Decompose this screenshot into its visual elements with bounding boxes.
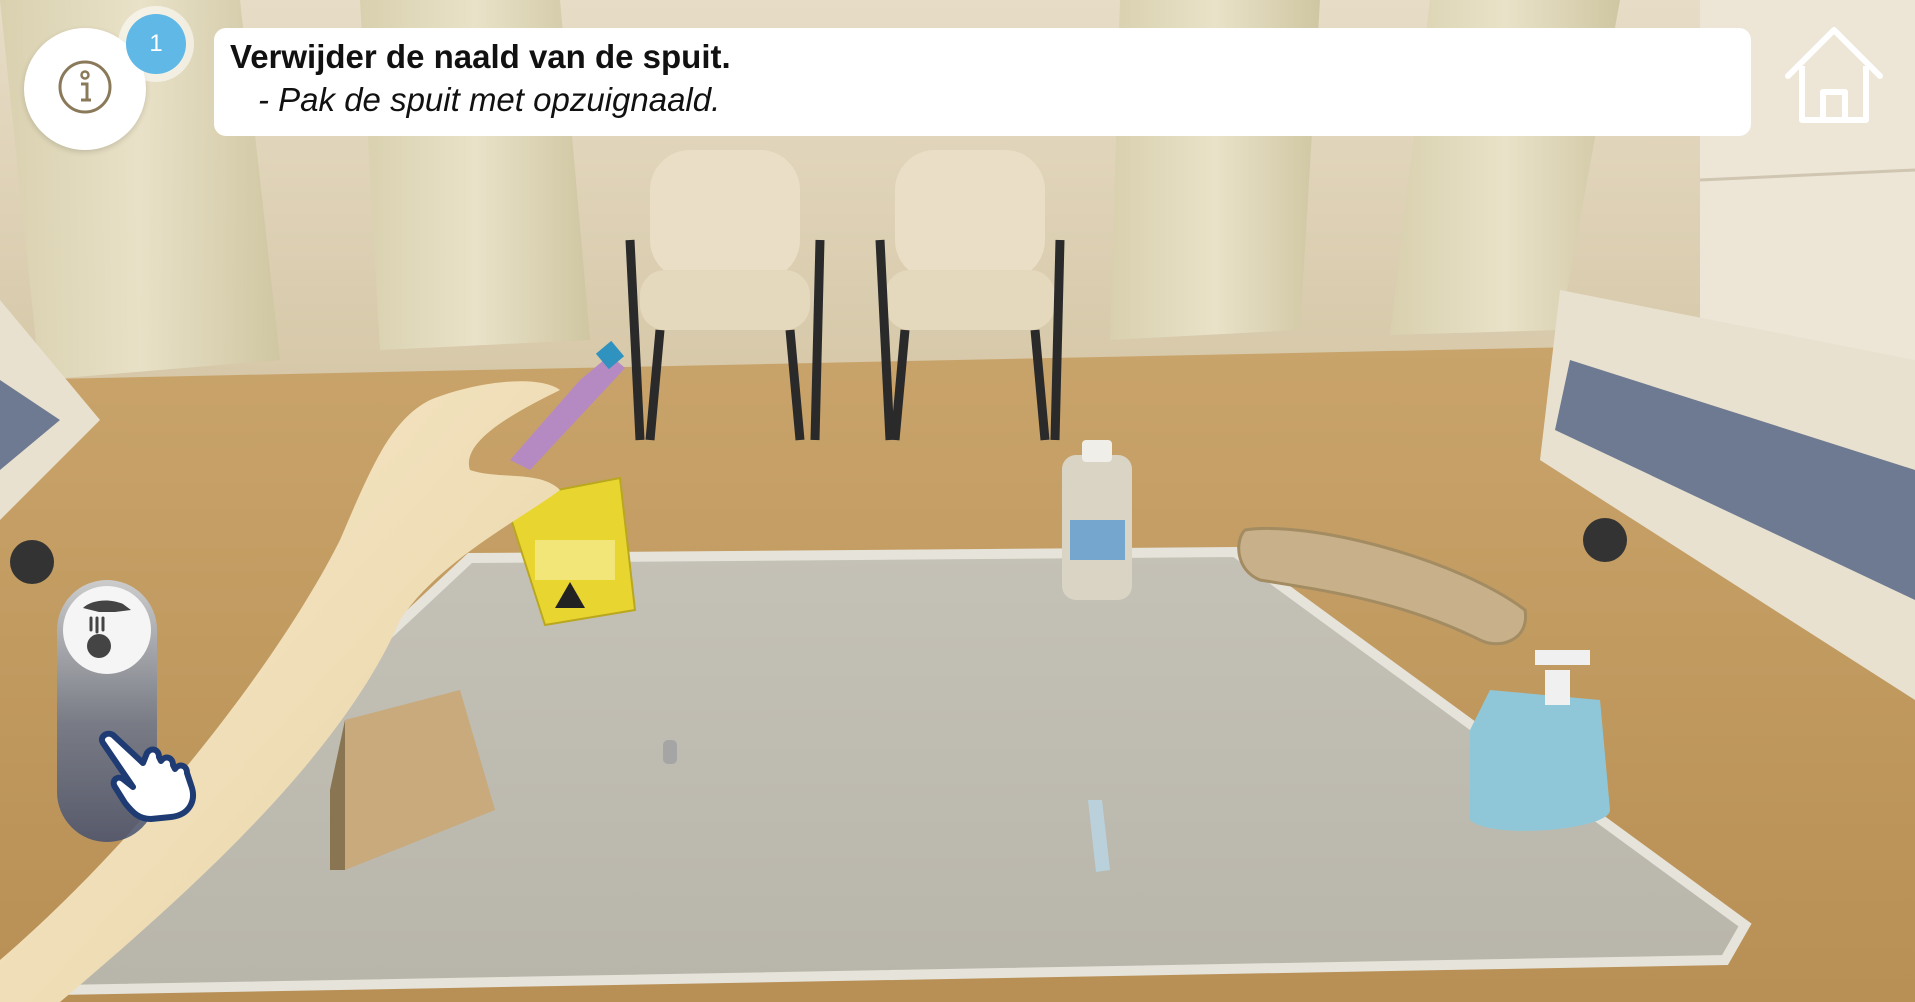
home-button[interactable] — [1778, 22, 1890, 126]
pointer-hand-icon — [95, 730, 207, 827]
instruction-title: Verwijder de naald van de spuit. — [230, 38, 731, 75]
step-badge: 1 — [118, 6, 194, 82]
pointer-hand-button[interactable] — [95, 723, 207, 823]
grab-hand-icon — [69, 590, 145, 671]
instruction-panel: Verwijder de naald van de spuit. - Pak d… — [214, 28, 1751, 136]
grab-toggle[interactable] — [63, 586, 151, 674]
home-icon — [1778, 27, 1890, 130]
instruction-subtitle: - Pak de spuit met opzuignaald. — [258, 81, 721, 118]
step-number: 1 — [126, 14, 186, 74]
info-icon — [56, 58, 114, 121]
